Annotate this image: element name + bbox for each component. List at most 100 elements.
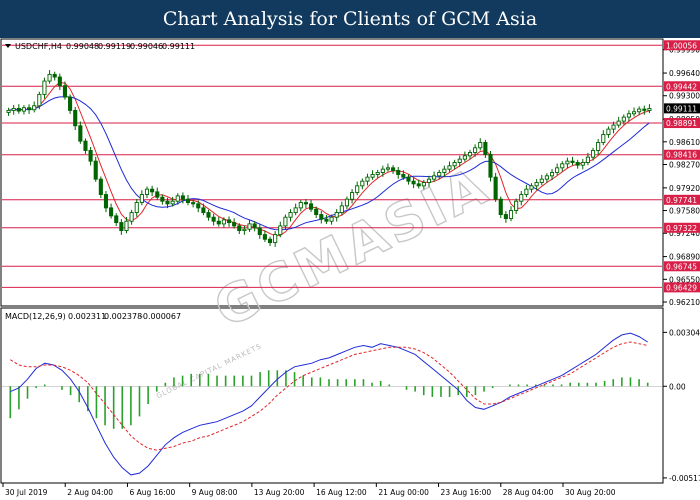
- price-tick-label: 0.96890: [669, 253, 700, 262]
- candle-body: [252, 223, 257, 229]
- level-label: 0.96429: [666, 283, 697, 292]
- candle-body: [114, 215, 119, 224]
- candle-body: [611, 124, 616, 130]
- time-tick-label: 28 Aug 04:00: [503, 488, 554, 497]
- candle-body: [437, 172, 442, 177]
- candle-body: [237, 225, 242, 232]
- time-tick-label: 2 Aug 04:00: [67, 488, 113, 497]
- candle-body: [191, 202, 196, 205]
- price-tick-label: 0.96210: [669, 298, 700, 307]
- candle-body: [57, 76, 62, 87]
- candle-body: [119, 222, 124, 232]
- candle-body: [185, 198, 191, 203]
- candle-body: [298, 202, 303, 209]
- current-price-label: 0.99111: [666, 104, 697, 113]
- price-tick-label: 0.97580: [669, 207, 700, 216]
- candle-body: [303, 202, 308, 205]
- candle-body: [221, 219, 226, 225]
- candle-body: [226, 219, 232, 224]
- candle-body: [103, 194, 109, 209]
- candle-body: [498, 198, 503, 216]
- candle-body: [642, 108, 647, 111]
- price-tick-label: 0.98270: [669, 160, 700, 169]
- candle-body: [278, 225, 283, 236]
- candle-body: [391, 167, 396, 171]
- candle-body: [503, 214, 508, 220]
- candle-body: [493, 176, 498, 200]
- candle-body: [601, 134, 606, 143]
- chart-area[interactable]: GCMASIA GLOBAL CAPITAL MARKETS 0.999900.…: [0, 38, 700, 500]
- macd-header: MACD(12,26,9) 0.002311 0.002378 -0.00006…: [5, 312, 181, 321]
- candle-body: [83, 140, 88, 151]
- candle-body: [360, 180, 365, 187]
- candle-body: [247, 223, 252, 230]
- time-tick-label: 6 Aug 16:00: [129, 488, 175, 497]
- candle-body: [93, 160, 98, 180]
- candle-body: [242, 228, 247, 232]
- candle-body: [262, 234, 267, 240]
- level-label: 1.00056: [666, 41, 697, 50]
- candle-body: [473, 147, 478, 153]
- candle-body: [62, 85, 68, 98]
- candle-body: [257, 227, 262, 236]
- candle-body: [416, 183, 421, 187]
- macd-axis: 0.003041 0.00 -0.00517: [663, 328, 700, 483]
- macd-value-3: -0.000067: [140, 312, 181, 321]
- level-label: 0.99442: [666, 82, 697, 91]
- candle-body: [27, 107, 32, 111]
- time-tick-label: 9 Aug 08:00: [192, 488, 238, 497]
- candle-body: [42, 80, 47, 95]
- price-tick-label: 0.99300: [669, 92, 700, 101]
- candle-body: [565, 160, 570, 165]
- candle-body: [288, 212, 293, 218]
- macd-tick-label: -0.00517: [669, 474, 700, 483]
- candle-body: [150, 188, 155, 193]
- level-label: 0.96745: [666, 262, 697, 271]
- candle-body: [432, 175, 437, 180]
- candle-body: [524, 188, 529, 195]
- candle-body: [88, 150, 93, 162]
- time-tick-label: 21 Aug 00:00: [378, 488, 429, 497]
- candle-body: [109, 207, 114, 217]
- candle-body: [180, 195, 185, 200]
- candle-body: [160, 196, 165, 202]
- candle-body: [324, 218, 329, 222]
- time-tick-label: 30 Aug 20:00: [565, 488, 616, 497]
- candle-body: [319, 214, 324, 220]
- candle-body: [273, 234, 278, 244]
- candle-body: [52, 73, 57, 78]
- level-label: 0.97322: [666, 224, 697, 233]
- candle-body: [344, 198, 349, 207]
- ohlc-low: 0.99046: [130, 42, 163, 51]
- candle-body: [267, 238, 273, 244]
- candle-body: [375, 172, 380, 175]
- price-tick-label: 0.99640: [669, 69, 700, 78]
- candle-body: [488, 154, 493, 178]
- candle-body: [334, 212, 339, 218]
- candle-body: [201, 207, 206, 214]
- candle-body: [232, 222, 237, 227]
- candle-body: [68, 96, 73, 111]
- candle-body: [452, 162, 457, 167]
- candle-body: [165, 200, 170, 205]
- candle-body: [555, 167, 560, 173]
- candle-body: [478, 142, 483, 149]
- candle-body: [401, 174, 406, 178]
- candle-body: [575, 162, 580, 166]
- price-tick-label: 0.98610: [669, 138, 700, 147]
- symbol-label: USDCHF,H4: [15, 42, 62, 51]
- candle-body: [514, 200, 519, 211]
- candle-body: [637, 108, 642, 113]
- level-label: 0.98416: [666, 151, 697, 160]
- candle-body: [144, 188, 150, 195]
- candle-body: [596, 142, 601, 151]
- candle-body: [370, 174, 375, 178]
- candle-body: [519, 194, 524, 202]
- candle-body: [196, 203, 201, 209]
- candle-body: [544, 175, 549, 180]
- level-label: 0.97741: [666, 196, 697, 205]
- candle-body: [406, 176, 411, 182]
- candle-body: [37, 93, 42, 107]
- candle-body: [585, 156, 590, 163]
- time-tick-label: 23 Aug 16:00: [441, 488, 492, 497]
